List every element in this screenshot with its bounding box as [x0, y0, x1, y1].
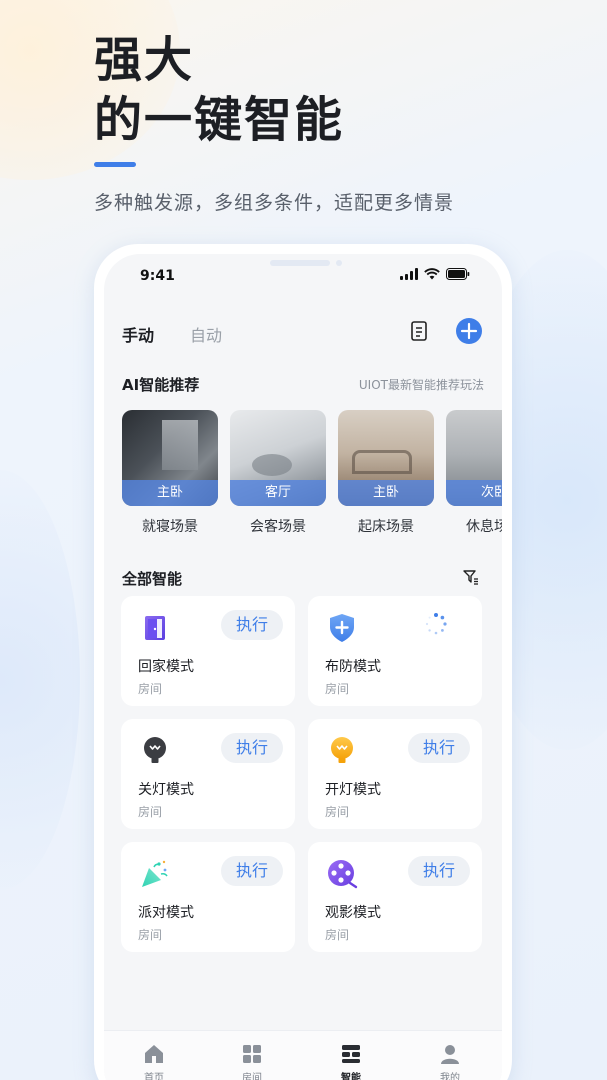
- card-title: 回家模式: [138, 659, 194, 675]
- card-title: 开灯模式: [325, 782, 381, 798]
- notch-speaker: [270, 260, 330, 266]
- recommend-card[interactable]: 次卧 休息场景: [446, 410, 502, 536]
- wifi-icon: [424, 268, 440, 280]
- notch-camera: [336, 260, 342, 266]
- nav-label: 房间: [242, 1073, 262, 1080]
- plus-icon: [460, 322, 478, 340]
- card-title: 派对模式: [138, 905, 194, 921]
- bulb-off-icon: [144, 737, 166, 763]
- execute-button[interactable]: 执行: [408, 856, 470, 886]
- tab-manual[interactable]: 手动: [122, 322, 154, 346]
- scene-photo-guest-room: 次卧: [446, 410, 502, 506]
- hero-title-line1: 强大: [94, 32, 195, 88]
- card-title: 观影模式: [325, 905, 381, 921]
- card-room: 房间: [325, 805, 350, 819]
- nav-label: 首页: [144, 1073, 164, 1080]
- ai-section-link[interactable]: UIOT最新智能推荐玩法: [359, 376, 484, 393]
- status-icons: [400, 268, 470, 280]
- card-title: 布防模式: [325, 659, 381, 675]
- film-reel-icon: [328, 860, 358, 889]
- battery-icon: [446, 268, 470, 280]
- status-bar: 9:41: [104, 254, 502, 302]
- bottom-nav: 首页 房间 智能 我的: [104, 1030, 502, 1080]
- bulb-on-icon: [331, 737, 353, 763]
- nav-item-me[interactable]: 我的: [420, 1043, 480, 1080]
- status-time: 9:41: [140, 268, 175, 284]
- nav-label: 智能: [341, 1073, 361, 1080]
- home-icon: [145, 1045, 163, 1063]
- smart-icon: [342, 1045, 360, 1063]
- card-room: 房间: [138, 805, 163, 819]
- scene-photo-living-room: 客厅: [230, 410, 326, 506]
- app-screen: 9:41 手动 自动 AI智能推荐 UIOT最新智能推荐玩法 主卧 就寝场景 客…: [104, 254, 502, 1080]
- smart-card-arm[interactable]: 布防模式 房间: [308, 596, 482, 706]
- document-icon[interactable]: [408, 320, 430, 342]
- recommend-name: 会客场景: [250, 519, 306, 535]
- nav-item-rooms[interactable]: 房间: [222, 1043, 282, 1080]
- hero-accent-bar: [94, 162, 136, 167]
- filter-icon[interactable]: [462, 568, 480, 586]
- signal-icon: [400, 268, 418, 280]
- nav-label: 我的: [440, 1073, 460, 1080]
- shield-plus-icon: [330, 614, 354, 642]
- party-popper-icon: [142, 860, 168, 887]
- recommend-list: 主卧 就寝场景 客厅 会客场景 主卧 起床场景 次卧 休息场: [122, 410, 502, 540]
- card-room: 房间: [325, 928, 350, 942]
- recommend-room-tag: 主卧: [338, 480, 434, 506]
- loading-spinner-icon: [425, 613, 447, 635]
- tab-auto[interactable]: 自动: [190, 322, 222, 346]
- execute-button[interactable]: 执行: [221, 610, 283, 640]
- scene-photo-bedroom-night: 主卧: [122, 410, 218, 506]
- smart-card-movie[interactable]: 执行 观影模式 房间: [308, 842, 482, 952]
- recommend-card[interactable]: 主卧 起床场景: [338, 410, 434, 536]
- card-title: 关灯模式: [138, 782, 194, 798]
- recommend-room-tag: 客厅: [230, 480, 326, 506]
- smart-card-lights-on[interactable]: 执行 开灯模式 房间: [308, 719, 482, 829]
- recommend-room-tag: 主卧: [122, 480, 218, 506]
- add-button[interactable]: [456, 318, 482, 344]
- grid-icon: [243, 1045, 261, 1063]
- card-room: 房间: [138, 682, 163, 696]
- card-room: 房间: [325, 682, 350, 696]
- smart-card-party[interactable]: 执行 派对模式 房间: [121, 842, 295, 952]
- recommend-name: 起床场景: [358, 519, 414, 535]
- recommend-card[interactable]: 主卧 就寝场景: [122, 410, 218, 536]
- execute-button[interactable]: 执行: [221, 856, 283, 886]
- recommend-name: 休息场景: [466, 519, 502, 535]
- smart-card-home[interactable]: 执行 回家模式 房间: [121, 596, 295, 706]
- mode-tabs: 手动 自动: [122, 322, 222, 346]
- execute-button[interactable]: 执行: [221, 733, 283, 763]
- recommend-room-tag: 次卧: [446, 480, 502, 506]
- hero-title-line2: 的一键智能: [94, 92, 345, 148]
- nav-item-home[interactable]: 首页: [124, 1043, 184, 1080]
- recommend-name: 就寝场景: [142, 519, 198, 535]
- user-icon: [441, 1045, 459, 1064]
- scene-photo-bedroom-morning: 主卧: [338, 410, 434, 506]
- hero-subtitle: 多种触发源，多组多条件，适配更多情景: [94, 192, 455, 214]
- hero-title: 强大 的一键智能: [94, 30, 344, 150]
- recommend-card[interactable]: 客厅 会客场景: [230, 410, 326, 536]
- card-room: 房间: [138, 928, 163, 942]
- ai-section-title: AI智能推荐: [122, 376, 200, 394]
- execute-button[interactable]: 执行: [408, 733, 470, 763]
- smart-card-lights-off[interactable]: 执行 关灯模式 房间: [121, 719, 295, 829]
- all-section-title: 全部智能: [122, 570, 183, 588]
- door-icon: [145, 616, 165, 640]
- nav-item-smart[interactable]: 智能: [321, 1043, 381, 1080]
- phone-mockup: 9:41 手动 自动 AI智能推荐 UIOT最新智能推荐玩法 主卧 就寝场景 客…: [94, 244, 512, 1080]
